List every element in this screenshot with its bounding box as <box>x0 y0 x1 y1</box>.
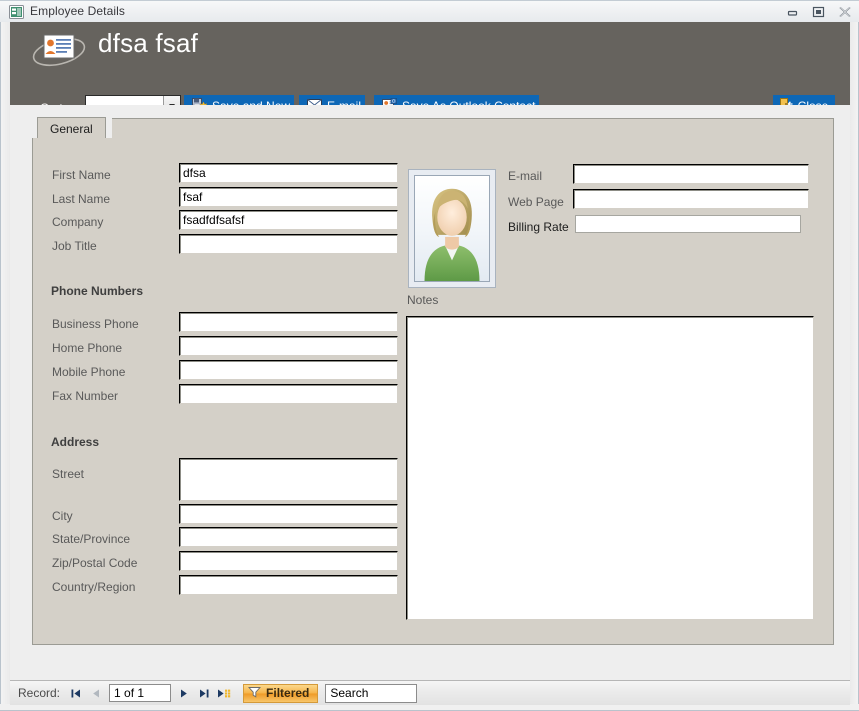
input-first-name[interactable]: dfsa <box>179 163 398 183</box>
label-street: Street <box>52 467 84 481</box>
window-controls <box>784 4 853 19</box>
input-mobile-phone[interactable] <box>179 360 398 380</box>
input-zip-postal-code[interactable] <box>179 551 398 571</box>
new-record-icon[interactable] <box>214 684 234 702</box>
section-address: Address <box>51 435 99 449</box>
tab-strip-filler <box>112 118 834 139</box>
tab-general[interactable]: General <box>37 117 106 139</box>
last-record-icon[interactable] <box>194 684 214 702</box>
input-web-page[interactable] <box>573 189 809 209</box>
label-last-name: Last Name <box>52 192 110 206</box>
record-position-input[interactable]: 1 of 1 <box>109 684 171 702</box>
restore-icon[interactable] <box>810 4 827 19</box>
employee-photo[interactable] <box>408 169 496 288</box>
label-first-name: First Name <box>52 168 111 182</box>
label-city: City <box>52 509 73 523</box>
label-fax-number: Fax Number <box>52 389 118 403</box>
next-record-icon[interactable] <box>174 684 194 702</box>
tab-page-general: First Name dfsa Last Name fsaf Company f… <box>32 138 834 645</box>
filtered-label: Filtered <box>266 686 309 700</box>
input-business-phone[interactable] <box>179 312 398 332</box>
label-home-phone: Home Phone <box>52 341 122 355</box>
label-zip-postal-code: Zip/Postal Code <box>52 556 137 570</box>
label-notes: Notes <box>407 293 438 307</box>
window-frame-right <box>849 0 859 711</box>
label-mobile-phone: Mobile Phone <box>52 365 125 379</box>
employee-details-window: Employee Details <box>0 0 859 711</box>
section-phone-numbers: Phone Numbers <box>51 284 143 298</box>
access-form-icon <box>9 5 24 19</box>
input-email[interactable] <box>573 164 809 184</box>
first-record-icon[interactable] <box>66 684 86 702</box>
input-company[interactable]: fsadfdfsafsf <box>179 210 398 230</box>
input-street[interactable] <box>179 458 398 501</box>
tab-strip: General <box>32 117 834 139</box>
contact-card-icon <box>32 30 86 70</box>
label-state-province: State/Province <box>52 532 130 546</box>
input-fax-number[interactable] <box>179 384 398 404</box>
svg-text:O: O <box>392 98 396 103</box>
input-billing-rate[interactable] <box>575 215 801 233</box>
tab-control: General First Name dfsa Last Name fsaf C… <box>32 117 834 645</box>
funnel-icon <box>248 686 261 701</box>
window-title-bar[interactable]: Employee Details <box>0 0 859 22</box>
input-city[interactable] <box>179 504 398 524</box>
label-company: Company <box>52 215 103 229</box>
input-home-phone[interactable] <box>179 336 398 356</box>
window-title: Employee Details <box>30 4 125 18</box>
input-state-province[interactable] <box>179 527 398 547</box>
record-label: Record: <box>18 686 60 700</box>
label-email: E-mail <box>508 169 542 183</box>
label-business-phone: Business Phone <box>52 317 139 331</box>
form-header-band: dfsa fsaf Go to Save and New <box>10 22 850 105</box>
previous-record-icon[interactable] <box>86 684 106 702</box>
input-job-title[interactable] <box>179 234 398 254</box>
label-billing-rate: Billing Rate <box>508 220 569 234</box>
window-frame-bottom <box>0 704 859 711</box>
minimize-icon[interactable] <box>784 4 801 19</box>
label-country-region: Country/Region <box>52 580 135 594</box>
form-detail-surface: General First Name dfsa Last Name fsaf C… <box>10 105 850 680</box>
search-input[interactable]: Search <box>325 684 417 703</box>
input-country-region[interactable] <box>179 575 398 595</box>
person-placeholder-photo <box>414 175 490 282</box>
input-notes[interactable] <box>406 316 814 620</box>
label-web-page: Web Page <box>508 195 564 209</box>
page-title: dfsa fsaf <box>98 28 198 59</box>
input-last-name[interactable]: fsaf <box>179 187 398 207</box>
record-navigation-bar: Record: 1 of 1 <box>10 680 850 705</box>
label-job-title: Job Title <box>52 239 97 253</box>
close-icon[interactable] <box>836 4 853 19</box>
filtered-button[interactable]: Filtered <box>243 684 318 703</box>
